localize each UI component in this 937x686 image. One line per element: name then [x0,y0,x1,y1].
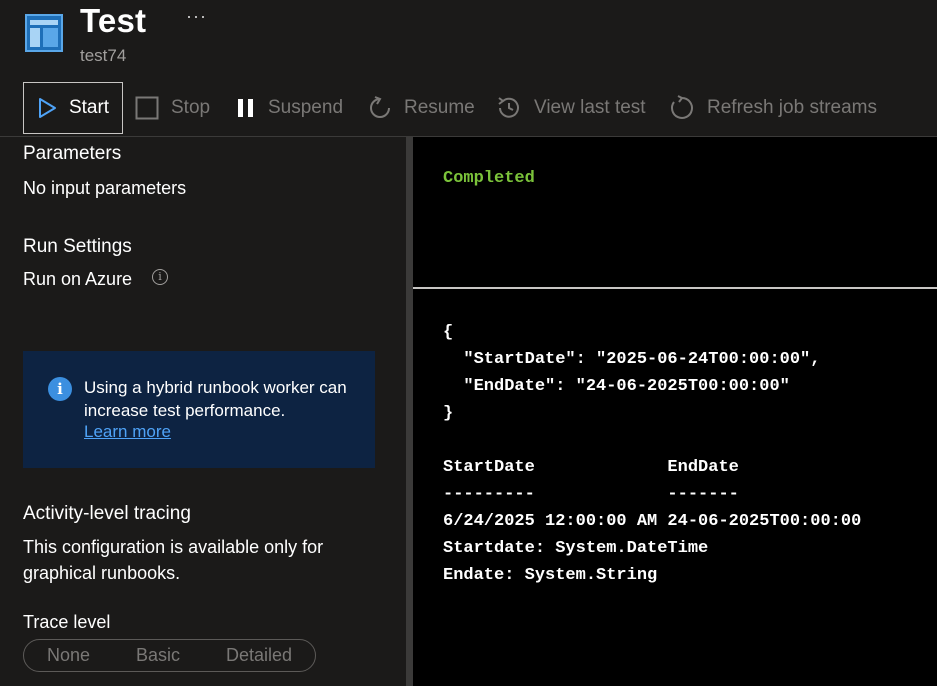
suspend-label: Suspend [268,97,344,118]
history-icon [496,95,522,121]
trace-option-detailed[interactable]: Detailed [226,645,292,666]
output-line: 6/24/2025 12:00:00 AM 24-06-2025T00:00:0… [443,512,862,531]
suspend-button[interactable]: Suspend [236,82,343,134]
output-divider [413,287,937,289]
output-stream: { "StartDate": "2025-06-24T00:00:00", "E… [443,319,861,589]
trace-level-label: Trace level [23,612,111,632]
output-line: "StartDate": "2025-06-24T00:00:00", [443,350,821,369]
activity-tracing-text-1: This configuration is available only for [23,537,324,557]
hybrid-worker-info-box: i Using a hybrid runbook worker can incr… [23,351,375,468]
resume-icon [370,96,392,120]
info-message: Using a hybrid runbook worker can increa… [84,378,347,420]
parameters-heading: Parameters [23,143,122,164]
run-settings-heading: Run Settings [23,236,132,257]
output-line: Startdate: System.DateTime [443,539,709,558]
refresh-icon [669,95,695,121]
page-subtitle: test74 [80,46,127,65]
stop-label: Stop [171,97,211,118]
pause-icon [236,97,256,119]
more-options-button[interactable]: ··· [186,6,207,27]
start-label: Start [68,97,110,118]
refresh-job-streams-label: Refresh job streams [707,97,878,118]
trace-option-basic[interactable]: Basic [136,645,180,666]
header: Test test74 ··· [0,0,937,78]
trace-level-selector: None Basic Detailed [23,639,316,672]
output-pane: Completed { "StartDate": "2025-06-24T00:… [413,137,937,686]
learn-more-link[interactable]: Learn more [84,422,171,442]
info-icon: i [48,377,72,401]
stop-icon [135,96,159,120]
settings-pane: Parameters No input parameters Run Setti… [0,137,406,686]
output-line: "EndDate": "24-06-2025T00:00:00" [443,377,790,396]
job-status: Completed [443,169,535,188]
output-line: StartDate EndDate [443,458,739,477]
parameters-text: No input parameters [23,178,187,198]
run-on-label: Run on Azure [23,269,133,289]
page-title: Test [80,2,147,39]
output-line: Endate: System.String [443,566,658,585]
output-line: } [443,404,454,423]
trace-option-none[interactable]: None [47,645,90,666]
start-button[interactable]: Start [23,82,123,134]
activity-tracing-text-2: graphical runbooks. [23,563,181,583]
activity-tracing-heading: Activity-level tracing [23,503,191,524]
resume-label: Resume [404,97,475,118]
refresh-job-streams-button[interactable]: Refresh job streams [669,82,877,134]
command-toolbar: Start Stop Suspend Resume View last test [0,82,937,137]
test-pane: Test test74 ··· Start Stop Suspend Resum… [0,0,937,686]
stop-button[interactable]: Stop [135,82,210,134]
view-last-test-button[interactable]: View last test [496,82,646,134]
output-line: --------- ------- [443,485,739,504]
view-last-test-label: View last test [534,97,646,118]
info-icon[interactable]: i [152,269,168,285]
resume-button[interactable]: Resume [370,82,475,134]
runbook-window-icon [25,14,63,52]
output-line: { [443,323,454,342]
play-icon [37,97,57,119]
pane-splitter[interactable] [406,137,413,686]
